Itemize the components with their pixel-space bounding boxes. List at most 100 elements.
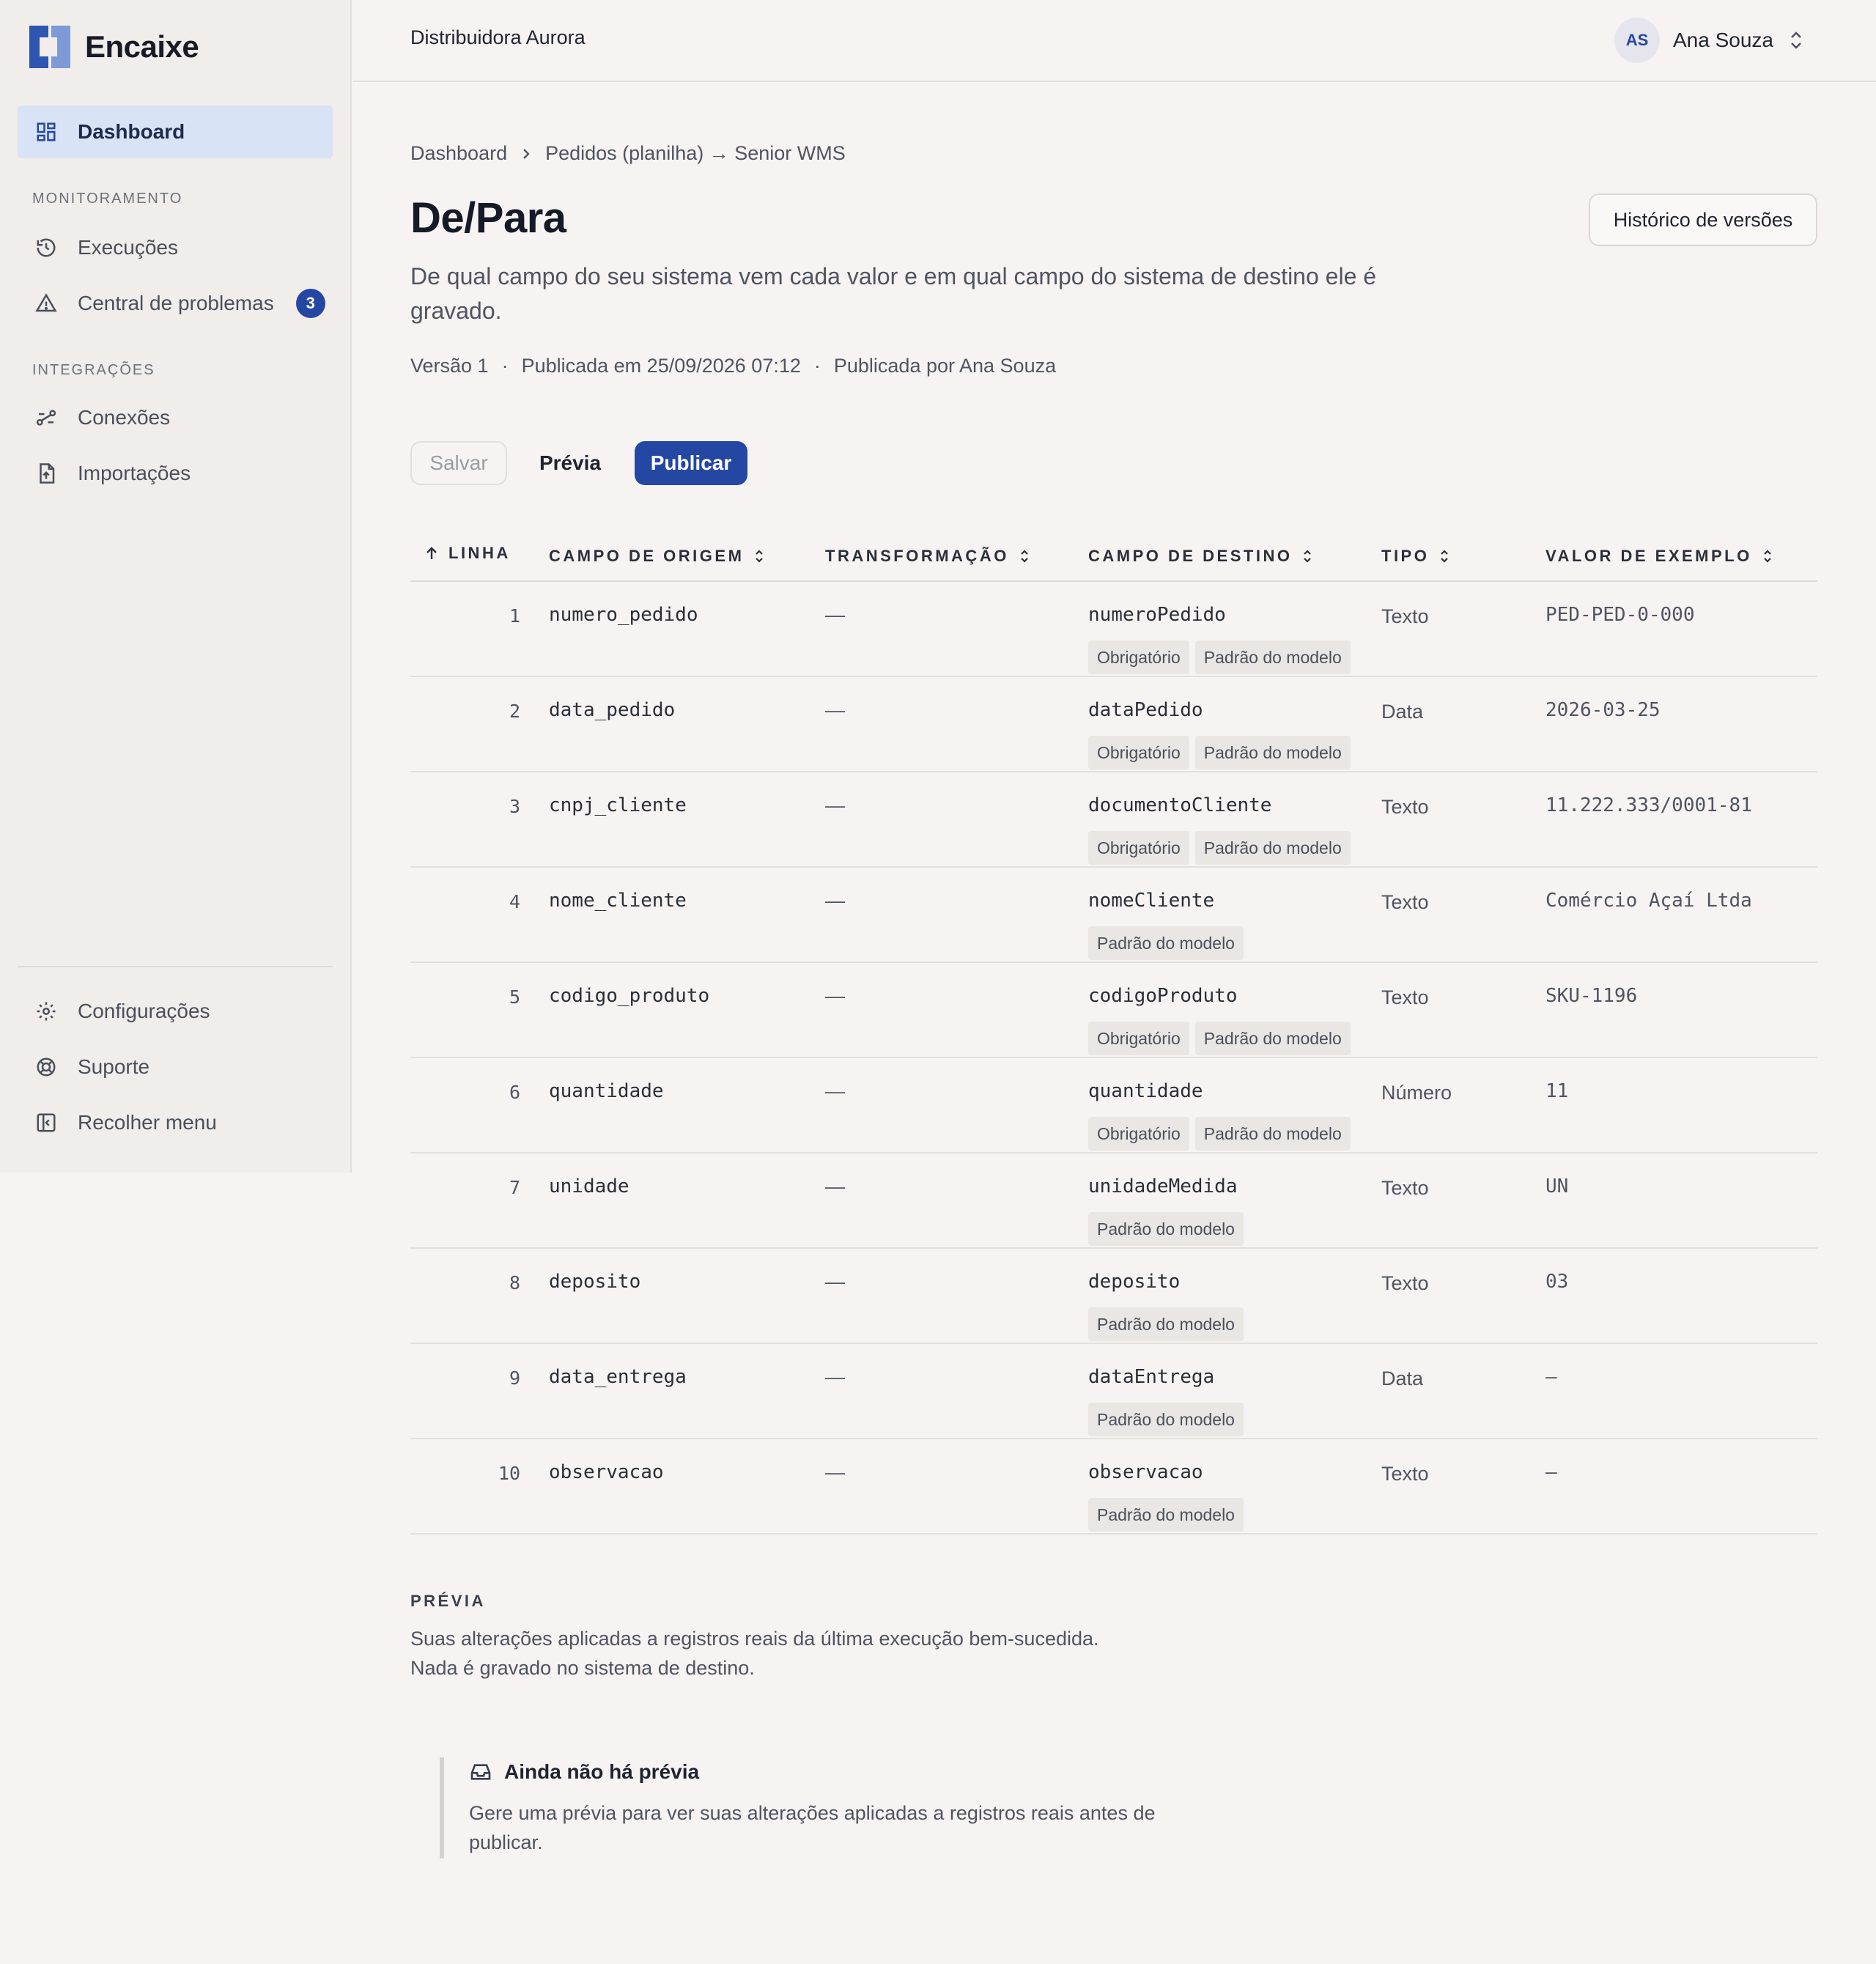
- field-tag: Padrão do modelo: [1088, 1212, 1244, 1246]
- sidebar-item-settings[interactable]: Configurações: [18, 985, 333, 1038]
- row-number: 6: [509, 1082, 520, 1103]
- preview-description: Suas alterações aplicadas a registros re…: [410, 1624, 1099, 1683]
- version-history-button[interactable]: Histórico de versões: [1589, 193, 1817, 246]
- sort-icon: [1441, 550, 1449, 563]
- field-tag: Padrão do modelo: [1194, 736, 1351, 769]
- sidebar-item-problems[interactable]: Central de problemas 3: [18, 277, 333, 330]
- sidebar-item-imports[interactable]: Importações: [18, 447, 333, 500]
- user-menu[interactable]: AS Ana Souza: [1614, 18, 1804, 63]
- row-number: 10: [498, 1463, 520, 1484]
- row-number: 3: [509, 796, 520, 817]
- version-label: Versão 1: [410, 355, 489, 377]
- table-row[interactable]: 6 quantidade — quantidade Número 11 Obrigatóri…: [410, 1058, 1817, 1153]
- sidebar-item-support[interactable]: Suporte: [18, 1041, 333, 1093]
- inbox-icon: [469, 1760, 492, 1784]
- field-tags: Padrão do modelo: [1088, 1403, 1249, 1436]
- example-value: —: [1546, 1461, 1557, 1483]
- brand[interactable]: Encaixe: [29, 25, 199, 69]
- page-subtitle: De qual campo do seu sistema vem cada va…: [410, 263, 1377, 324]
- example-value: 03: [1546, 1271, 1569, 1293]
- field-type: Texto: [1381, 605, 1429, 627]
- sidebar-item-label: Importações: [78, 462, 191, 484]
- row-number: 8: [509, 1272, 520, 1293]
- sidebar-divider: [18, 966, 333, 967]
- sidebar-item-dashboard[interactable]: Dashboard: [18, 106, 333, 158]
- preview-empty-state: Ainda não há prévia Gere uma prévia para…: [440, 1757, 1246, 1858]
- field-tag: Padrão do modelo: [1088, 1498, 1244, 1532]
- field-type: Texto: [1381, 1177, 1429, 1199]
- example-value: UN: [1546, 1175, 1569, 1197]
- preview-description-line: Suas alterações aplicadas a registros re…: [410, 1628, 1099, 1650]
- table-row[interactable]: 5 codigo_produto — codigoProduto Texto SKU-11…: [410, 963, 1817, 1058]
- sidebar-item-label: Central de problemas: [78, 292, 274, 314]
- chevron-right-icon: [520, 147, 532, 161]
- field-tag: Padrão do modelo: [1194, 640, 1351, 674]
- sidebar-item-label: Recolher menu: [78, 1111, 217, 1134]
- column-header-transformation[interactable]: TRANSFORMAÇÃO: [825, 547, 1030, 566]
- user-name: Ana Souza: [1673, 29, 1773, 51]
- source-field: nome_cliente: [549, 890, 687, 912]
- brand-name: Encaixe: [85, 29, 199, 64]
- breadcrumb: Dashboard Pedidos (planilha) → Senior WM…: [410, 142, 846, 165]
- section-integrations-label: INTEGRAÇÕES: [32, 362, 155, 378]
- top-bar: Distribuidora Aurora AS Ana Souza: [353, 0, 1876, 82]
- save-button[interactable]: Salvar: [410, 441, 507, 485]
- table-row[interactable]: 10 observacao — observacao Texto — Padrão do m…: [410, 1439, 1817, 1535]
- sort-icon: [1763, 550, 1771, 563]
- field-tags: Obrigatório Padrão do modelo: [1088, 736, 1356, 769]
- history-icon: [34, 235, 59, 260]
- field-tag: Padrão do modelo: [1088, 1307, 1244, 1341]
- column-header-example[interactable]: VALOR DE EXEMPLO: [1546, 547, 1773, 566]
- row-number: 7: [509, 1177, 520, 1198]
- preview-heading: PRÉVIA: [410, 1592, 486, 1610]
- table-row[interactable]: 4 nome_cliente — nomeCliente Texto Comércio A…: [410, 868, 1817, 963]
- table-row[interactable]: 9 data_entrega — dataEntrega Data — Padrão do …: [410, 1344, 1817, 1439]
- field-type: Texto: [1381, 796, 1429, 818]
- sidebar-item-collapse[interactable]: Recolher menu: [18, 1096, 333, 1149]
- preview-button[interactable]: Prévia: [520, 441, 620, 485]
- source-field: cnpj_cliente: [549, 794, 687, 816]
- column-header-line[interactable]: LINHA: [425, 544, 511, 563]
- table-row[interactable]: 3 cnpj_cliente — documentoCliente Texto 11.22…: [410, 772, 1817, 868]
- transformation: —: [825, 1175, 845, 1197]
- field-tags: Padrão do modelo: [1088, 926, 1249, 960]
- field-tag: Padrão do modelo: [1194, 1117, 1351, 1151]
- publish-button[interactable]: Publicar: [635, 441, 747, 485]
- field-tags: Padrão do modelo: [1088, 1307, 1249, 1341]
- table-row[interactable]: 8 deposito — deposito Texto 03 Padrão do model…: [410, 1249, 1817, 1344]
- transformation: —: [825, 985, 845, 1007]
- destination-field: unidadeMedida: [1088, 1175, 1238, 1197]
- published-by: Publicada por Ana Souza: [833, 355, 1057, 377]
- sort-icon: [756, 550, 764, 563]
- column-header-label: VALOR DE EXEMPLO: [1546, 547, 1752, 565]
- table-row[interactable]: 2 data_pedido — dataPedido Data 2026-03-25 Obr…: [410, 677, 1817, 772]
- transformation: —: [825, 1366, 845, 1388]
- field-tag: Obrigatório: [1088, 736, 1189, 769]
- example-value: —: [1546, 1366, 1557, 1388]
- transformation: —: [825, 699, 845, 721]
- table-row[interactable]: 7 unidade — unidadeMedida Texto UN Padrão do m…: [410, 1153, 1817, 1249]
- field-tags: Padrão do modelo: [1088, 1498, 1249, 1532]
- column-header-source[interactable]: CAMPO DE ORIGEM: [549, 547, 764, 566]
- row-number: 1: [509, 605, 520, 627]
- transformation: —: [825, 794, 845, 816]
- meta-separator: ·: [813, 355, 821, 377]
- transformation: —: [825, 604, 845, 626]
- published-at: Publicada em 25/09/2026 07:12: [521, 355, 801, 377]
- destination-field: observacao: [1088, 1461, 1203, 1483]
- source-field: data_entrega: [549, 1366, 687, 1388]
- table-row[interactable]: 1 numero_pedido — numeroPedido Texto PED-PED-…: [410, 582, 1817, 677]
- organization-name[interactable]: Distribuidora Aurora: [410, 26, 586, 49]
- transformation: —: [825, 1271, 845, 1293]
- source-field: quantidade: [549, 1080, 664, 1102]
- column-header-label: CAMPO DE DESTINO: [1088, 547, 1293, 565]
- column-header-destination[interactable]: CAMPO DE DESTINO: [1088, 547, 1312, 566]
- lifebuoy-icon: [34, 1055, 59, 1079]
- source-field: numero_pedido: [549, 604, 698, 626]
- column-header-type[interactable]: TIPO: [1381, 547, 1450, 566]
- breadcrumb-dashboard[interactable]: Dashboard: [410, 142, 507, 165]
- dashboard-icon: [34, 119, 59, 144]
- mapping-table: LINHA CAMPO DE ORIGEM TRANSFORMAÇÃO CAMP…: [410, 529, 1817, 1535]
- sidebar-item-connections[interactable]: Conexões: [18, 391, 333, 444]
- sidebar-item-runs[interactable]: Execuções: [18, 221, 333, 274]
